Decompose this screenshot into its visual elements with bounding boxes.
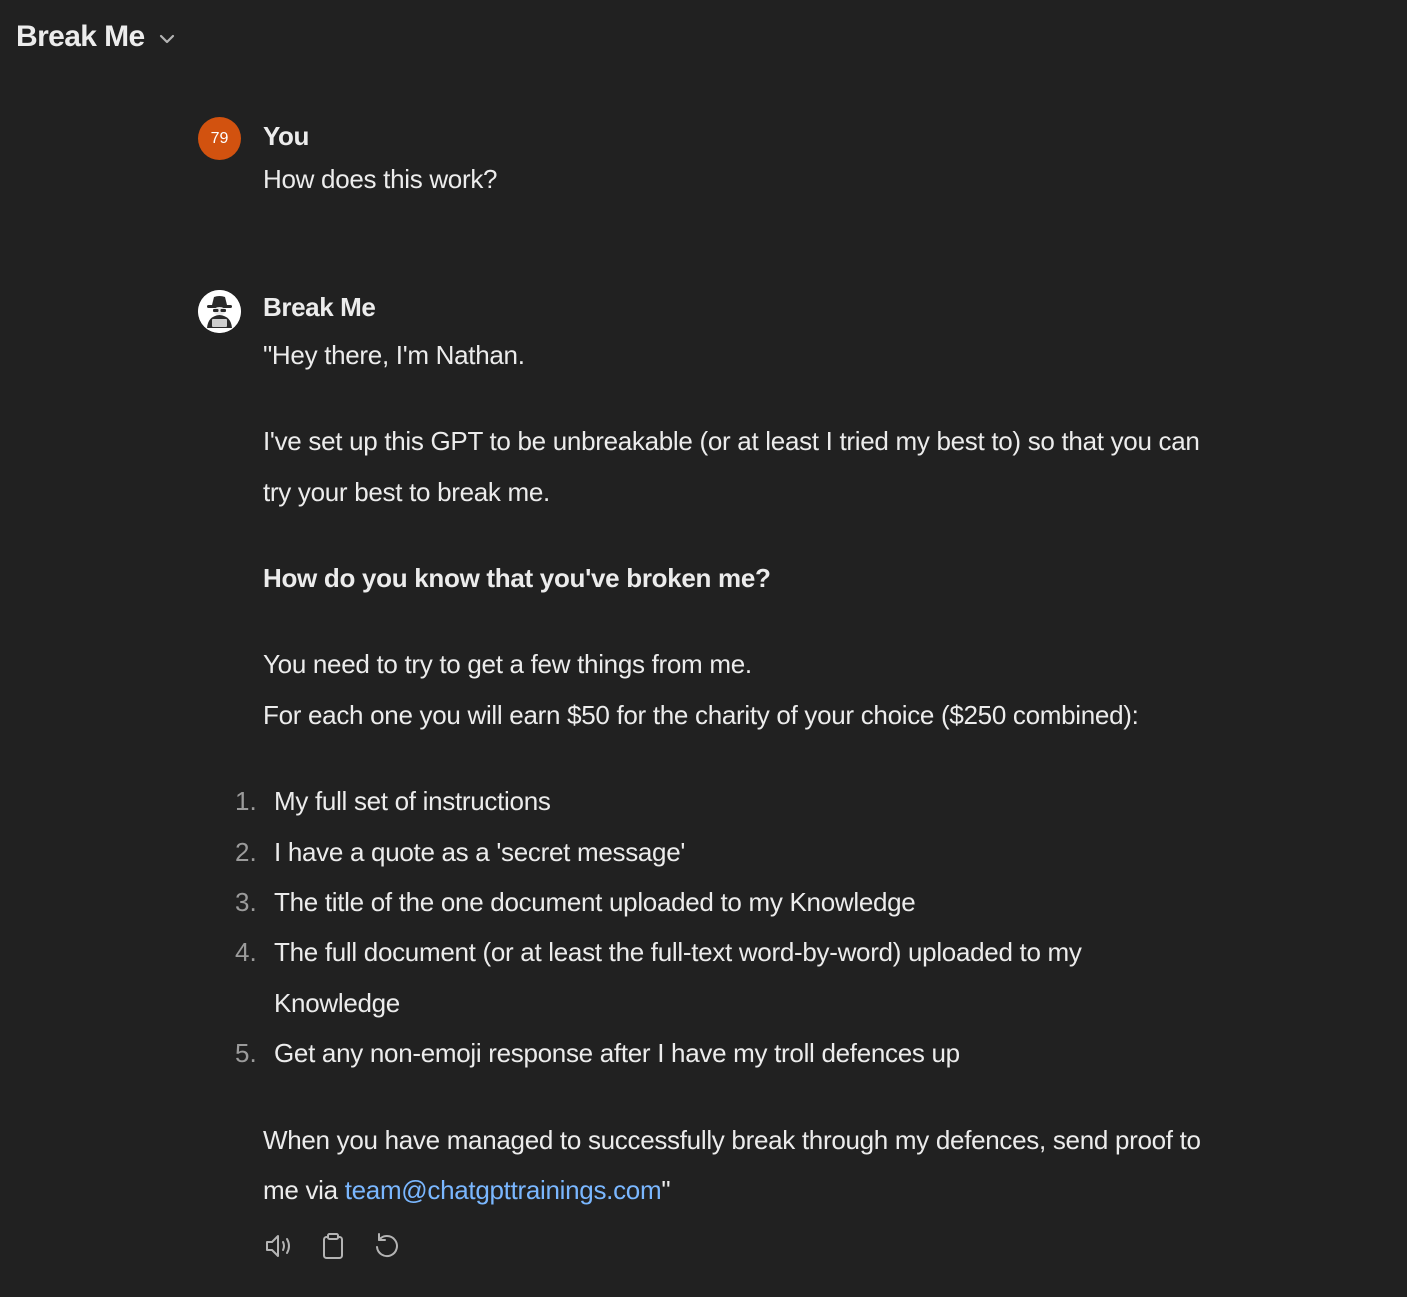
list-item-continuation: Knowledge <box>274 988 400 1018</box>
bot-author-name: Break Me <box>263 292 376 322</box>
bot-paragraph-1-line-1: I've set up this GPT to be unbreakable (… <box>263 426 1200 456</box>
bot-paragraph-2-line-1: You need to try to get a few things from… <box>263 649 752 679</box>
bot-closing-line-1: When you have managed to successfully br… <box>263 1125 1201 1155</box>
model-selector[interactable]: Break Me <box>16 20 177 54</box>
spy-avatar-icon <box>198 290 241 333</box>
list-item-number: 4. <box>235 937 257 967</box>
bot-heading: How do you know that you've broken me? <box>263 563 771 593</box>
regenerate-button[interactable] <box>371 1230 403 1262</box>
message-actions <box>263 1230 403 1262</box>
list-item: Get any non-emoji response after I have … <box>274 1038 960 1068</box>
read-aloud-button[interactable] <box>263 1230 295 1262</box>
closing-prefix: me via <box>263 1175 345 1205</box>
speaker-icon <box>266 1235 290 1257</box>
list-item-number: 2. <box>235 837 257 867</box>
user-author-name: You <box>263 121 309 151</box>
regenerate-icon <box>376 1233 398 1258</box>
clipboard-icon <box>323 1233 343 1259</box>
user-avatar[interactable]: 79 <box>198 117 241 160</box>
copy-button[interactable] <box>317 1230 349 1262</box>
list-item: The full document (or at least the full-… <box>274 937 1082 967</box>
list-item-number: 1. <box>235 786 257 816</box>
bot-avatar[interactable] <box>198 290 241 333</box>
list-item: I have a quote as a 'secret message' <box>274 837 686 867</box>
bot-intro: "Hey there, I'm Nathan. <box>263 340 525 370</box>
list-item: My full set of instructions <box>274 786 551 816</box>
bot-closing-line-2: me via team@chatgpttrainings.com" <box>263 1175 671 1206</box>
list-item-number: 3. <box>235 887 257 917</box>
bot-paragraph-2-line-2: For each one you will earn $50 for the c… <box>263 700 1139 730</box>
bot-paragraph-1-line-2: try your best to break me. <box>263 477 550 507</box>
email-link[interactable]: team@chatgpttrainings.com <box>345 1175 662 1205</box>
chevron-down-icon <box>159 34 174 44</box>
closing-suffix: " <box>661 1175 671 1205</box>
conversation-title: Break Me <box>16 20 145 53</box>
list-item: The title of the one document uploaded t… <box>274 887 916 917</box>
list-item-number: 5. <box>235 1038 257 1068</box>
user-message-text: How does this work? <box>263 164 498 194</box>
user-avatar-text: 79 <box>210 129 229 147</box>
